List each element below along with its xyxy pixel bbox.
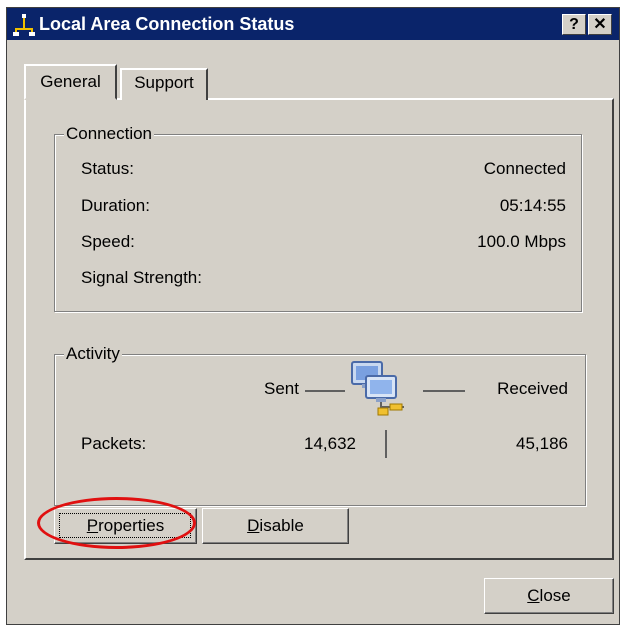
connection-legend: Connection bbox=[64, 124, 155, 144]
activity-legend: Activity bbox=[64, 344, 122, 364]
received-connector-line bbox=[423, 390, 465, 392]
tab-support-label: Support bbox=[134, 73, 194, 92]
disable-accel: D bbox=[247, 516, 260, 535]
speed-value: 100.0 Mbps bbox=[477, 232, 566, 251]
dialog-window: Local Area Connection Status ? ✕ General… bbox=[6, 7, 620, 625]
tab-general[interactable]: General bbox=[24, 64, 117, 100]
tab-general-label: General bbox=[40, 72, 101, 91]
sent-label: Sent bbox=[264, 379, 299, 398]
window-title: Local Area Connection Status bbox=[39, 14, 295, 34]
disable-button[interactable]: Disable bbox=[202, 508, 349, 544]
close-window-button[interactable]: ✕ bbox=[588, 14, 612, 35]
tab-panel-general: Connection Status: Connected Duration: 0… bbox=[24, 98, 614, 560]
packets-received-value: 45,186 bbox=[516, 434, 568, 453]
activity-group bbox=[54, 354, 586, 506]
close-label: lose bbox=[539, 586, 571, 605]
properties-label: roperties bbox=[98, 516, 165, 535]
properties-button[interactable]: Properties bbox=[54, 508, 197, 544]
close-icon: ✕ bbox=[593, 16, 607, 33]
sent-connector-line bbox=[305, 390, 345, 392]
help-button[interactable]: ? bbox=[562, 14, 586, 35]
received-label: Received bbox=[497, 379, 568, 398]
speed-label: Speed: bbox=[81, 232, 135, 251]
properties-accel: P bbox=[86, 516, 99, 535]
signal-strength-label: Signal Strength: bbox=[81, 268, 202, 287]
close-accel: C bbox=[527, 586, 540, 605]
title-bar[interactable]: Local Area Connection Status ? ✕ bbox=[7, 8, 619, 40]
packets-divider bbox=[385, 430, 387, 458]
network-connection-icon bbox=[13, 14, 35, 36]
packets-label: Packets: bbox=[81, 434, 147, 453]
status-value: Connected bbox=[483, 159, 566, 178]
duration-value: 05:14:55 bbox=[499, 196, 566, 215]
tab-support[interactable]: Support bbox=[120, 68, 208, 100]
packets-sent-value: 14,632 bbox=[304, 434, 356, 453]
disable-label: isable bbox=[259, 516, 304, 535]
status-label: Status: bbox=[81, 159, 134, 178]
close-button[interactable]: Close bbox=[484, 578, 614, 614]
duration-label: Duration: bbox=[81, 196, 150, 215]
network-activity-icon bbox=[348, 358, 408, 418]
